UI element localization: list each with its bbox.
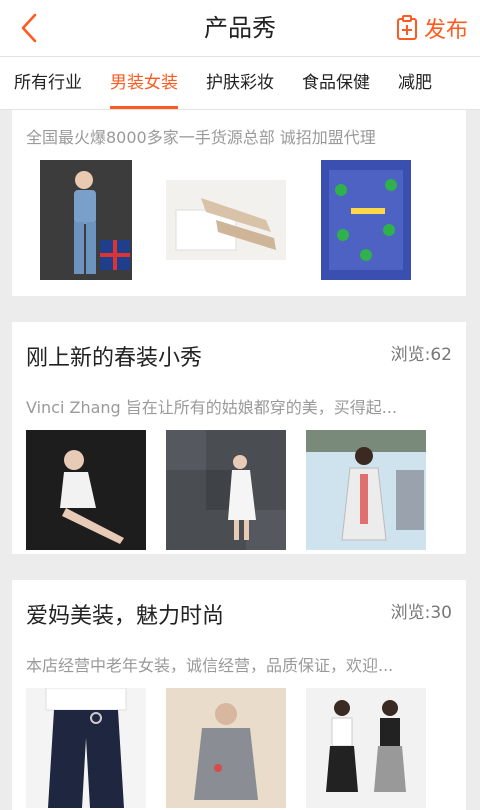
view-count: 浏览:62 — [390, 345, 452, 365]
grey-coat-mature-image — [166, 688, 286, 808]
tab-weight-loss[interactable]: 减肥 — [384, 57, 446, 109]
post-title: 爱妈美装，魅力时尚 — [26, 604, 225, 629]
post-card[interactable]: 全国最火爆8000多家一手货源总部 诚招加盟代理 — [12, 110, 466, 296]
post-image[interactable] — [306, 160, 426, 280]
post-image[interactable] — [26, 160, 146, 280]
post-card[interactable]: 刚上新的春装小秀 浏览:62 Vinci Zhang 旨在让所有的姑娘都穿的美，… — [12, 322, 466, 554]
post-image[interactable] — [306, 430, 426, 550]
navy-trousers-image — [26, 688, 146, 808]
post-image[interactable] — [166, 688, 286, 808]
promo-poster-clovers-image — [321, 160, 411, 280]
post-description: 全国最火爆8000多家一手货源总部 诚招加盟代理 — [26, 128, 376, 147]
tab-food-health[interactable]: 食品保健 — [288, 57, 384, 109]
post-image[interactable] — [166, 430, 286, 550]
tab-menswear-womenswear[interactable]: 男装女装 — [96, 57, 192, 109]
model-denim-outfit-image — [40, 160, 132, 280]
top-bar: 产品秀 发布 — [0, 0, 480, 57]
post-description: 本店经营中老年女装，诚信经营，品质保证，欢迎... — [26, 656, 394, 675]
model-lace-outerwear-image — [306, 430, 426, 550]
publish-label: 发布 — [423, 18, 468, 43]
post-image[interactable] — [166, 160, 286, 280]
model-white-dress-stone-image — [166, 430, 286, 550]
post-description: Vinci Zhang 旨在让所有的姑娘都穿的美，买得起... — [26, 398, 398, 417]
tab-all-industries[interactable]: 所有行业 — [0, 57, 96, 109]
post-image[interactable] — [26, 688, 146, 808]
two-models-culottes-image — [306, 688, 426, 808]
publish-button[interactable]: 发布 — [396, 10, 468, 46]
post-title: 刚上新的春装小秀 — [26, 346, 203, 371]
post-image[interactable] — [26, 430, 146, 550]
tab-skincare-makeup[interactable]: 护肤彩妆 — [192, 57, 288, 109]
view-count: 浏览:30 — [390, 603, 452, 623]
model-white-dress-sitting-image — [26, 430, 146, 550]
post-image[interactable] — [306, 688, 426, 808]
publish-clipboard-icon — [396, 15, 417, 40]
post-card[interactable]: 爱妈美装，魅力时尚 浏览:30 本店经营中老年女装，诚信经营，品质保证，欢迎..… — [12, 580, 466, 810]
beige-pointed-shoes-image — [166, 180, 286, 260]
category-tabs: 所有行业 男装女装 护肤彩妆 食品保健 减肥 — [0, 57, 480, 110]
